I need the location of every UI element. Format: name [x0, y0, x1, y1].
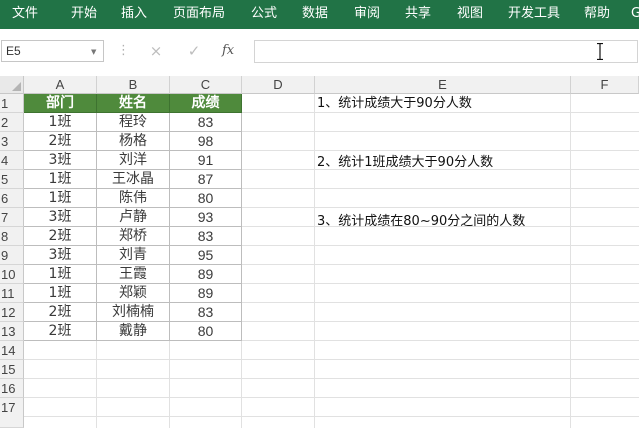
- cell-dept[interactable]: 1班: [24, 113, 97, 132]
- tab-review[interactable]: 审阅: [354, 0, 380, 29]
- row-header[interactable]: 12: [0, 303, 24, 322]
- column-header-a[interactable]: A: [24, 76, 97, 94]
- cell-name[interactable]: 郑颖: [97, 284, 170, 303]
- row-header[interactable]: 16: [0, 379, 24, 398]
- cell-dept[interactable]: 3班: [24, 208, 97, 227]
- column-header-e[interactable]: E: [315, 76, 571, 94]
- more-vertical-icon: ⋮: [117, 43, 130, 58]
- gridline: [24, 378, 639, 379]
- tab-file[interactable]: 文件: [12, 0, 38, 29]
- cell-score[interactable]: 87: [170, 170, 242, 189]
- row-header[interactable]: 4: [0, 151, 24, 170]
- gridline: [24, 397, 639, 398]
- table-header-name[interactable]: 姓名: [97, 94, 170, 113]
- cell-dept[interactable]: 1班: [24, 189, 97, 208]
- cell-score[interactable]: 83: [170, 113, 242, 132]
- tab-help[interactable]: 帮助: [584, 0, 610, 29]
- tab-share[interactable]: 共享: [405, 0, 431, 29]
- cell-name[interactable]: 刘楠楠: [97, 303, 170, 322]
- row-header[interactable]: 7: [0, 208, 24, 227]
- cell-name[interactable]: 杨格: [97, 132, 170, 151]
- note-question-2[interactable]: 2、统计1班成绩大于90分人数: [317, 153, 493, 173]
- cancel-icon[interactable]: ×: [146, 41, 166, 61]
- cell-name[interactable]: 郑桥: [97, 227, 170, 246]
- row-header[interactable]: 9: [0, 246, 24, 265]
- enter-icon[interactable]: ✓: [184, 41, 204, 61]
- cell-score[interactable]: 83: [170, 227, 242, 246]
- cell-score[interactable]: 83: [170, 303, 242, 322]
- tab-formulas[interactable]: 公式: [251, 0, 277, 29]
- cell-score[interactable]: 89: [170, 284, 242, 303]
- cell-name[interactable]: 卢静: [97, 208, 170, 227]
- cell-dept[interactable]: 2班: [24, 303, 97, 322]
- cell-dept[interactable]: 3班: [24, 151, 97, 170]
- cell-name[interactable]: 程玲: [97, 113, 170, 132]
- row-header[interactable]: 2: [0, 113, 24, 132]
- row-header[interactable]: 14: [0, 341, 24, 360]
- select-all-corner[interactable]: [0, 76, 24, 94]
- tab-developer[interactable]: 开发工具: [508, 0, 560, 29]
- column-header-f[interactable]: F: [571, 76, 639, 94]
- cell-score[interactable]: 91: [170, 151, 242, 170]
- text-cursor-icon: [597, 43, 603, 60]
- row-header[interactable]: 17: [0, 398, 24, 428]
- cell-dept[interactable]: 1班: [24, 284, 97, 303]
- gridline: [96, 341, 97, 428]
- cell-score[interactable]: 98: [170, 132, 242, 151]
- row-header[interactable]: 15: [0, 360, 24, 379]
- row-header[interactable]: 1: [0, 94, 24, 113]
- cell-dept[interactable]: 2班: [24, 322, 97, 341]
- row-header[interactable]: 10: [0, 265, 24, 284]
- formula-bar: E5 ▼ ⋮ × ✓ fx: [0, 29, 639, 76]
- cell-name[interactable]: 王冰晶: [97, 170, 170, 189]
- tab-insert[interactable]: 插入: [121, 0, 147, 29]
- cell-score[interactable]: 89: [170, 265, 242, 284]
- row-header[interactable]: 6: [0, 189, 24, 208]
- gridline: [169, 341, 170, 428]
- gridline: [24, 416, 639, 417]
- row-header[interactable]: 11: [0, 284, 24, 303]
- cell-name[interactable]: 王霞: [97, 265, 170, 284]
- insert-function-icon[interactable]: fx: [222, 41, 246, 61]
- ribbon-tab-bar: 文件 开始 插入 页面布局 公式 数据 审阅 共享 视图 开发工具 帮助 G: [0, 0, 639, 29]
- cell-score[interactable]: 80: [170, 189, 242, 208]
- tab-overflow[interactable]: G: [631, 0, 639, 29]
- worksheet-grid[interactable]: A B C D E F 1 2 3 4 5 6 7 8 9 10 11 12 1…: [0, 76, 639, 428]
- gridline: [24, 359, 639, 360]
- cell-score[interactable]: 80: [170, 322, 242, 341]
- row-header[interactable]: 13: [0, 322, 24, 341]
- cell-dept[interactable]: 2班: [24, 227, 97, 246]
- cell-dept[interactable]: 1班: [24, 265, 97, 284]
- cell-name[interactable]: 刘洋: [97, 151, 170, 170]
- row-header[interactable]: 3: [0, 132, 24, 151]
- cell-dept[interactable]: 1班: [24, 170, 97, 189]
- tab-view[interactable]: 视图: [457, 0, 483, 29]
- cell-name[interactable]: 戴静: [97, 322, 170, 341]
- column-header-c[interactable]: C: [170, 76, 242, 94]
- column-header-d[interactable]: D: [242, 76, 315, 94]
- tab-data[interactable]: 数据: [302, 0, 328, 29]
- note-question-3[interactable]: 3、统计成绩在80~90分之间的人数: [317, 212, 525, 232]
- row-header[interactable]: 8: [0, 227, 24, 246]
- chevron-down-icon[interactable]: ▼: [91, 48, 96, 56]
- row-header[interactable]: 5: [0, 170, 24, 189]
- column-header-b[interactable]: B: [97, 76, 170, 94]
- cell-name[interactable]: 陈伟: [97, 189, 170, 208]
- cell-name[interactable]: 刘青: [97, 246, 170, 265]
- tab-page-layout[interactable]: 页面布局: [173, 0, 225, 29]
- note-question-1[interactable]: 1、统计成绩大于90分人数: [317, 94, 472, 114]
- table-header-score[interactable]: 成绩: [170, 94, 242, 113]
- tab-home[interactable]: 开始: [71, 0, 97, 29]
- formula-input[interactable]: [254, 40, 638, 63]
- cell-score[interactable]: 93: [170, 208, 242, 227]
- table-header-dept[interactable]: 部门: [24, 94, 97, 113]
- cell-dept[interactable]: 2班: [24, 132, 97, 151]
- name-box[interactable]: E5: [1, 40, 104, 62]
- cell-score[interactable]: 95: [170, 246, 242, 265]
- cell-dept[interactable]: 3班: [24, 246, 97, 265]
